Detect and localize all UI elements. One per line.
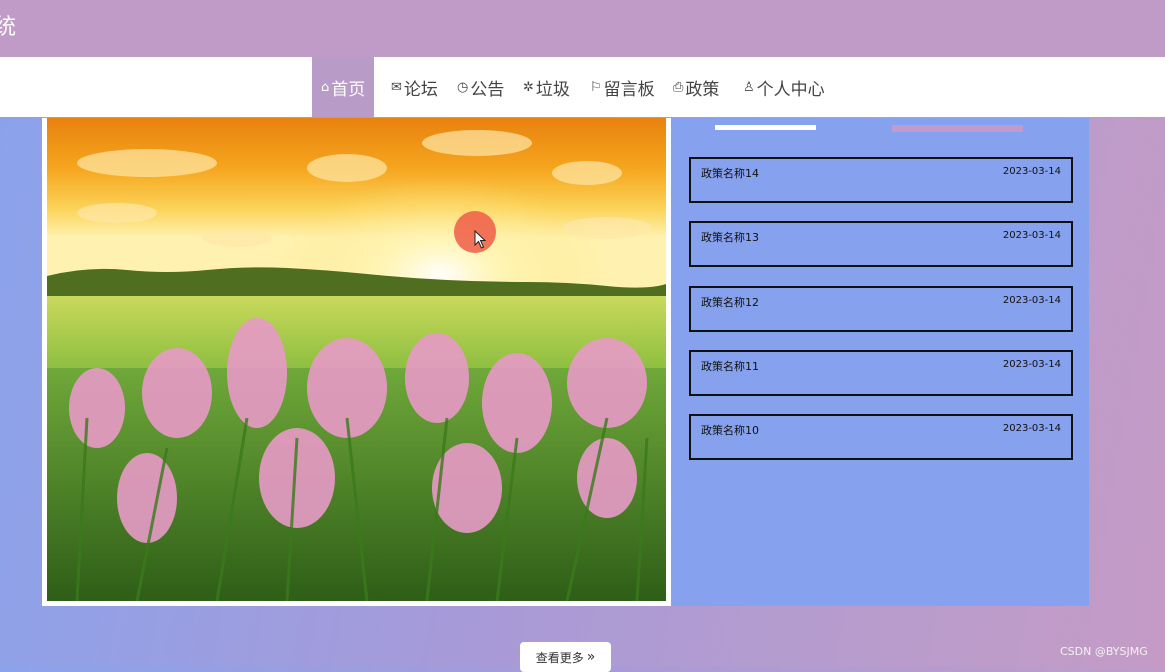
nav-label: 政策 [685, 79, 720, 100]
nav-label: 垃圾 [535, 79, 570, 100]
main-nav: ⌂ 首页 ✉ 论坛 ◷ 公告 ✲ 垃圾 ⚐ 留言板 ⎙ 政策 ♙ 个人中心 [0, 57, 1165, 117]
nav-label: 首页 [331, 79, 366, 100]
policy-panel: 政策名称14 2023-03-14 政策名称13 2023-03-14 政策名称… [671, 118, 1089, 606]
view-more-button[interactable]: 查看更多 » [520, 642, 611, 672]
policy-name: 政策名称10 [701, 424, 759, 437]
nav-label: 个人中心 [756, 79, 825, 100]
nav-item-message-board[interactable]: ⚐ 留言板 [590, 57, 655, 117]
nav-item-forum[interactable]: ✉ 论坛 [391, 57, 438, 117]
tab-indicator[interactable] [892, 125, 1023, 132]
nav-item-notice[interactable]: ◷ 公告 [457, 57, 504, 117]
landscape-photo[interactable] [47, 118, 666, 601]
policy-list-item[interactable]: 政策名称10 2023-03-14 [689, 414, 1073, 460]
policy-date: 2023-03-14 [1002, 230, 1061, 241]
mail-icon: ✉ [391, 79, 402, 95]
clock-icon: ◷ [457, 79, 469, 95]
policy-date: 2023-03-14 [1002, 166, 1061, 177]
nav-item-profile[interactable]: ♙ 个人中心 [743, 57, 825, 117]
policy-list-item[interactable]: 政策名称12 2023-03-14 [689, 286, 1073, 332]
nav-label: 论坛 [403, 79, 438, 100]
nav-item-policy[interactable]: ⎙ 政策 [673, 57, 719, 117]
policy-list-item[interactable]: 政策名称11 2023-03-14 [689, 350, 1073, 396]
image-frame [42, 118, 671, 606]
policy-list-item[interactable]: 政策名称14 2023-03-14 [689, 157, 1073, 203]
mouse-pointer-icon [474, 230, 487, 249]
nav-item-garbage[interactable]: ✲ 垃圾 [523, 57, 570, 117]
user-icon: ♙ [743, 79, 755, 95]
policy-name: 政策名称13 [701, 231, 759, 244]
flag-icon: ⚐ [590, 79, 602, 95]
site-title: 统 [0, 15, 17, 40]
tab-indicator-active[interactable] [715, 125, 816, 130]
policy-name: 政策名称14 [701, 167, 759, 180]
policy-date: 2023-03-14 [1002, 423, 1061, 434]
home-icon: ⌂ [321, 79, 330, 95]
nav-label: 公告 [470, 79, 505, 100]
policy-list-item[interactable]: 政策名称13 2023-03-14 [689, 221, 1073, 267]
top-bar: 统 [0, 0, 1165, 57]
double-chevron-right-icon: » [586, 649, 596, 665]
nav-item-home[interactable]: ⌂ 首页 [312, 57, 375, 117]
gear-icon: ✲ [523, 79, 534, 95]
printer-icon: ⎙ [673, 79, 684, 95]
policy-date: 2023-03-14 [1002, 359, 1061, 370]
policy-name: 政策名称12 [701, 296, 759, 309]
nav-label: 留言板 [603, 79, 655, 100]
policy-name: 政策名称11 [701, 360, 759, 373]
policy-date: 2023-03-14 [1002, 295, 1061, 306]
watermark: CSDN @BYSJMG [1060, 645, 1148, 658]
view-more-label: 查看更多 [535, 650, 584, 665]
